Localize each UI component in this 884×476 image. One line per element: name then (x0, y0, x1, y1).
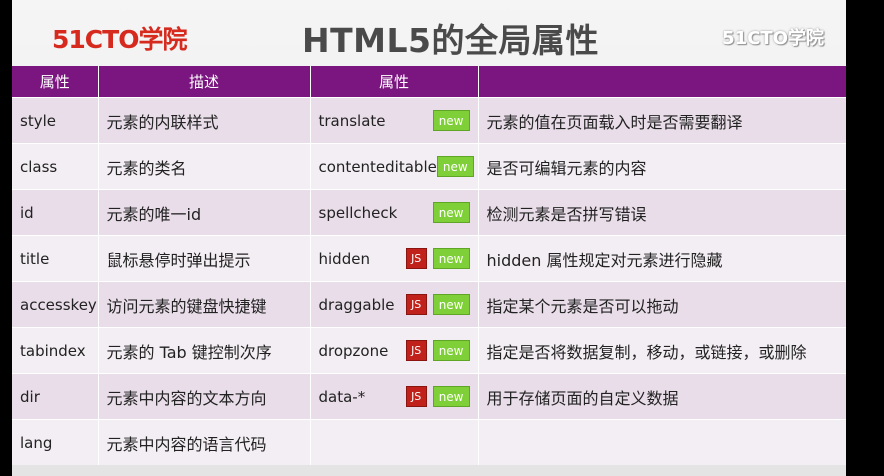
js-badge: JS (405, 294, 427, 315)
attr2-wrap: spellcheck new (319, 202, 470, 223)
cell-attr: class (12, 143, 99, 190)
cell-attr: id (12, 189, 99, 236)
attr2-wrap: draggable JS new (319, 294, 470, 315)
header-attr: 属性 (12, 66, 99, 98)
table-row: style 元素的内联样式 translate new 元素的值在页面载入时是否需要翻译 (12, 97, 846, 144)
attributes-table: 属性 描述 属性 style 元素的内联样式 translate new 元素的值在页面… (12, 66, 846, 465)
cell-desc2 (478, 419, 846, 465)
table-row: id 元素的唯一id spellcheck new 检测元素是否拼写错误 (12, 189, 846, 236)
cell-attr2: contenteditable new (310, 143, 479, 190)
slide: 51CTO学院 HTML5的全局属性 51CTO学院 属性 描述 属性 styl… (12, 0, 846, 476)
header-attr2: 属性 (310, 66, 479, 98)
logo-51cto-right-watermark: 51CTO学院 (722, 28, 824, 49)
attr2-name: dropzone (318, 341, 389, 360)
table-row: tabindex 元素的 Tab 键控制次序 dropzone JS new 指定是否将数… (12, 327, 846, 374)
cell-desc2: 是否可编辑元素的内容 (478, 143, 846, 190)
attr2-wrap: hidden JS new (319, 248, 470, 269)
badges: JS new (405, 248, 470, 269)
attr2-wrap: contenteditable new (318, 156, 474, 177)
attr2-name: hidden (318, 249, 370, 268)
cell-attr2: translate new (310, 97, 479, 144)
header-desc2 (478, 66, 846, 98)
cell-desc: 访问元素的键盘快捷键 (98, 281, 311, 328)
table-row: class 元素的类名 contenteditable new 是否可编辑元素的内容 (12, 143, 846, 190)
new-badge: new (432, 386, 470, 407)
cell-attr2: hidden JS new (310, 235, 479, 282)
cell-attr2: data-* JS new (310, 373, 479, 420)
cell-attr: dir (12, 373, 99, 420)
js-badge: JS (405, 248, 427, 269)
new-badge: new (432, 110, 470, 131)
cell-attr: title (12, 235, 99, 282)
table-body: style 元素的内联样式 translate new 元素的值在页面载入时是否需要翻译… (12, 97, 846, 465)
cell-desc2: 元素的值在页面载入时是否需要翻译 (478, 97, 846, 144)
table-header-row: 属性 描述 属性 (12, 66, 846, 98)
header-desc: 描述 (98, 66, 311, 98)
logo-51cto-left: 51CTO学院 (52, 25, 187, 54)
attr2-wrap: dropzone JS new (319, 340, 470, 361)
cell-desc: 元素的内联样式 (98, 97, 311, 144)
cell-desc: 元素中内容的语言代码 (98, 419, 311, 465)
attr2-name: draggable (318, 295, 395, 314)
attr2-name: translate (318, 111, 386, 130)
cell-attr: accesskey (12, 281, 99, 328)
new-badge: new (432, 202, 470, 223)
table-row: title 鼠标悬停时弹出提示 hidden JS new hidden 属性规定对元素进… (12, 235, 846, 282)
cell-attr: style (12, 97, 99, 144)
table-row: lang 元素中内容的语言代码 (12, 419, 846, 465)
cell-desc2: 检测元素是否拼写错误 (478, 189, 846, 236)
cell-attr2: spellcheck new (310, 189, 479, 236)
cell-desc: 元素的类名 (98, 143, 311, 190)
cell-desc: 鼠标悬停时弹出提示 (98, 235, 311, 282)
new-badge: new (432, 340, 470, 361)
new-badge: new (432, 294, 470, 315)
table-row: dir 元素中内容的文本方向 data-* JS new 用于存储页面的自定义数据 (12, 373, 846, 420)
badges: new (436, 156, 474, 177)
badges: new (432, 202, 470, 223)
badges: JS new (405, 294, 470, 315)
cell-desc: 元素中内容的文本方向 (98, 373, 311, 420)
cell-attr: tabindex (12, 327, 99, 374)
table-row: accesskey 访问元素的键盘快捷键 draggable JS new 指定某个元素是… (12, 281, 846, 328)
cell-attr2: dropzone JS new (310, 327, 479, 374)
new-badge: new (436, 156, 474, 177)
cell-desc2: 用于存储页面的自定义数据 (478, 373, 846, 420)
cell-desc2: 指定某个元素是否可以拖动 (478, 281, 846, 328)
attr2-wrap: data-* JS new (319, 386, 470, 407)
cell-desc2: 指定是否将数据复制，移动，或链接，或删除 (478, 327, 846, 374)
cell-desc: 元素的 Tab 键控制次序 (98, 327, 311, 374)
badges: new (432, 110, 470, 131)
cell-attr: lang (12, 419, 99, 465)
js-badge: JS (405, 340, 427, 361)
attr2-name: spellcheck (318, 203, 398, 222)
js-badge: JS (405, 386, 427, 407)
attr2-name: data-* (318, 387, 366, 406)
page-title: HTML5的全局属性 (302, 21, 599, 60)
attr2-wrap: translate new (319, 110, 470, 131)
cell-attr2: draggable JS new (310, 281, 479, 328)
cell-desc: 元素的唯一id (98, 189, 311, 236)
cell-attr2 (310, 419, 479, 465)
badges: JS new (405, 386, 470, 407)
new-badge: new (432, 248, 470, 269)
cell-desc2: hidden 属性规定对元素进行隐藏 (478, 235, 846, 282)
badges: JS new (405, 340, 470, 361)
attr2-name: contenteditable (318, 157, 437, 176)
